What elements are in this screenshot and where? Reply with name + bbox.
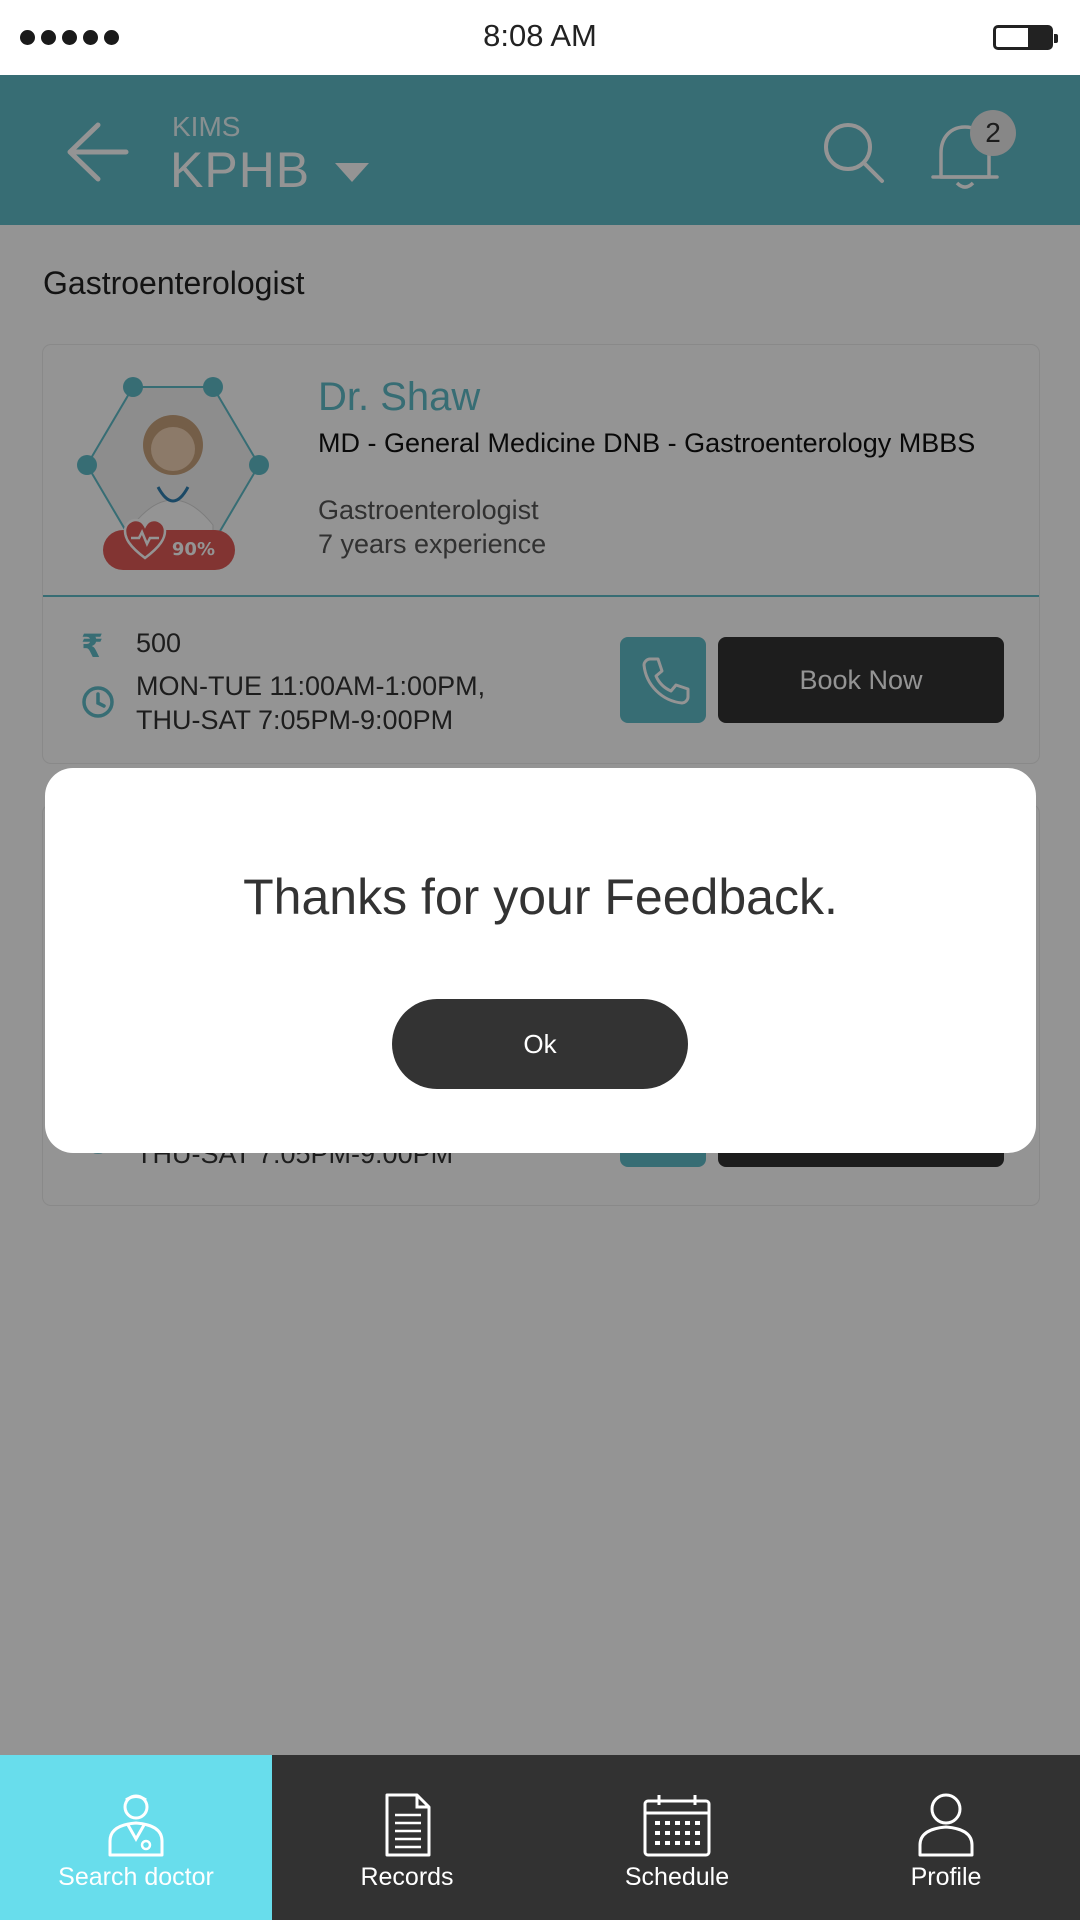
tab-label: Profile — [910, 1863, 982, 1891]
tab-label: Schedule — [624, 1863, 730, 1891]
tab-schedule[interactable]: Schedule — [542, 1755, 812, 1920]
user-icon — [918, 1793, 974, 1857]
calendar-icon — [643, 1795, 711, 1857]
document-icon — [385, 1793, 431, 1857]
dialog-message: Thanks for your Feedback. — [243, 869, 838, 925]
status-bar: 8:08 AM — [0, 0, 1080, 75]
bottom-tab-bar: Search doctor Records Schedule Profile — [0, 1755, 1080, 1920]
ok-button[interactable]: Ok — [392, 999, 688, 1089]
tab-profile[interactable]: Profile — [812, 1755, 1080, 1920]
tab-label: Search doctor — [58, 1863, 214, 1891]
battery-icon — [993, 25, 1058, 50]
feedback-dialog: Thanks for your Feedback. Ok — [45, 768, 1036, 1153]
tab-records[interactable]: Records — [272, 1755, 542, 1920]
tab-label: Records — [360, 1863, 454, 1891]
tab-search-doctor[interactable]: Search doctor — [0, 1755, 272, 1920]
doctor-icon — [108, 1794, 164, 1857]
status-time: 8:08 AM — [483, 18, 597, 53]
